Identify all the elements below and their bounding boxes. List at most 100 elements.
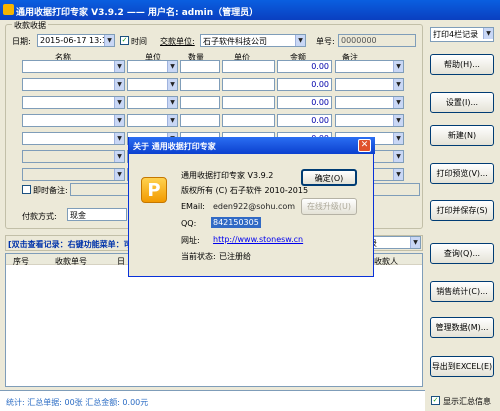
row-quantity-input[interactable]	[180, 114, 220, 127]
chevron-down-icon[interactable]: ▼	[167, 61, 177, 72]
about-dialog-title: 关于 通用收据打印专家	[133, 142, 216, 151]
chevron-down-icon[interactable]: ▼	[393, 97, 403, 108]
list-col-payee[interactable]: 收款人	[374, 256, 398, 267]
row-name-input[interactable]: ▼	[22, 168, 125, 181]
close-icon[interactable]: ✕	[358, 139, 371, 152]
row-remark-input[interactable]: ▼	[335, 114, 404, 127]
receipt-group-label: 收款收据	[12, 20, 48, 31]
row-quantity-input[interactable]	[180, 60, 220, 73]
about-dialog: 关于 通用收据打印专家 ✕ P 通用收据打印专家 V3.9.2 版权所有 (C)…	[128, 137, 375, 277]
row-amount-value: 0.00	[311, 80, 329, 89]
chevron-down-icon[interactable]: ▼	[114, 97, 124, 108]
query-button[interactable]: 查询(Q)...	[430, 243, 494, 264]
manage-data-button[interactable]: 管理数据(M)...	[430, 317, 494, 338]
chevron-down-icon[interactable]: ▼	[167, 79, 177, 90]
row-quantity-input[interactable]	[180, 78, 220, 91]
row-remark-input[interactable]: ▼	[335, 60, 404, 73]
about-email[interactable]: eden922@sohu.com	[213, 202, 295, 211]
about-qq-label: QQ:	[181, 219, 197, 228]
row-name-input[interactable]: ▼	[22, 60, 125, 73]
row-amount-value: 0.00	[311, 98, 329, 107]
chevron-down-icon[interactable]: ▼	[393, 169, 403, 180]
chevron-down-icon[interactable]: ▼	[295, 35, 305, 46]
row-remark-input[interactable]: ▼	[335, 96, 404, 109]
row-price-input[interactable]	[222, 60, 275, 73]
chevron-down-icon[interactable]: ▼	[410, 237, 420, 248]
date-input[interactable]: 2015-06-17 13:17 ▼	[37, 34, 115, 47]
payer-select[interactable]: 石子软件科技公司 ▼	[200, 34, 306, 47]
list-col-receipt-number[interactable]: 收款单号	[55, 256, 87, 267]
row-amount-input[interactable]: 0.00	[277, 114, 332, 127]
about-url-label: 网址:	[181, 236, 200, 245]
row-unit-input[interactable]: ▼	[127, 60, 178, 73]
chevron-down-icon[interactable]: ▼	[114, 115, 124, 126]
row-quantity-input[interactable]	[180, 96, 220, 109]
new-button[interactable]: 新建(N)	[430, 125, 494, 146]
online-upgrade-button[interactable]: 在线升级(U)	[301, 198, 357, 215]
chevron-down-icon[interactable]: ▼	[167, 97, 177, 108]
date-value: 2015-06-17 13:17	[40, 36, 113, 45]
about-url-link[interactable]: http://www.stonesw.cn	[213, 235, 303, 244]
chevron-down-icon[interactable]: ▼	[114, 169, 124, 180]
row-remark-input[interactable]: ▼	[335, 78, 404, 91]
date-label: 日期:	[12, 37, 31, 46]
chevron-down-icon[interactable]: ▼	[104, 35, 114, 46]
time-label: 时间	[131, 37, 147, 46]
about-qq[interactable]: 842150305	[211, 217, 261, 228]
window-title: 通用收据打印专家 V3.9.2 —— 用户名: admin（管理员）	[16, 8, 259, 18]
row-amount-input[interactable]: 0.00	[277, 78, 332, 91]
chevron-down-icon[interactable]: ▼	[483, 28, 493, 39]
sales-stats-button[interactable]: 销售统计(C)...	[430, 281, 494, 302]
row-price-input[interactable]	[222, 114, 275, 127]
row-unit-input[interactable]: ▼	[127, 78, 178, 91]
list-col-date[interactable]: 日	[117, 256, 125, 267]
show-summary-label: 显示汇总信息	[443, 397, 491, 406]
row-price-input[interactable]	[222, 78, 275, 91]
row-name-input[interactable]: ▼	[22, 132, 125, 145]
row-name-input[interactable]: ▼	[22, 150, 125, 163]
instant-remark-label: 即时备注:	[33, 186, 68, 195]
chevron-down-icon[interactable]: ▼	[393, 133, 403, 144]
row-name-input[interactable]: ▼	[22, 114, 125, 127]
row-name-input[interactable]: ▼	[22, 78, 125, 91]
print-mode-select[interactable]: 打印4栏记录 ▼	[430, 27, 494, 42]
ok-button[interactable]: 确定(O)	[301, 169, 357, 186]
payment-value: 现金	[70, 211, 86, 220]
number-label: 单号:	[316, 37, 335, 46]
chevron-down-icon[interactable]: ▼	[167, 115, 177, 126]
time-checkbox[interactable]: ✓	[120, 36, 129, 45]
row-amount-input[interactable]: 0.00	[277, 60, 332, 73]
chevron-down-icon[interactable]: ▼	[114, 151, 124, 162]
show-summary-checkbox[interactable]: ✓	[431, 396, 440, 405]
about-product: 通用收据打印专家 V3.9.2	[181, 171, 274, 180]
print-mode-value: 打印4栏记录	[433, 30, 479, 39]
row-unit-input[interactable]: ▼	[127, 96, 178, 109]
query-mode-select[interactable]: 录▼	[366, 236, 421, 249]
chevron-down-icon[interactable]: ▼	[114, 79, 124, 90]
row-name-input[interactable]: ▼	[22, 96, 125, 109]
help-button[interactable]: 帮助(H)...	[430, 54, 494, 75]
settings-button[interactable]: 设置(I)...	[430, 92, 494, 113]
chevron-down-icon[interactable]: ▼	[393, 61, 403, 72]
payer-label[interactable]: 交款单位:	[160, 36, 195, 47]
payment-label: 付款方式:	[22, 212, 57, 221]
list-col-index[interactable]: 序号	[13, 256, 29, 267]
chevron-down-icon[interactable]: ▼	[114, 61, 124, 72]
query-hint: [双击查看记录：右键功能菜单：可	[8, 240, 132, 249]
payment-select[interactable]: 现金	[67, 208, 127, 221]
row-amount-value: 0.00	[311, 116, 329, 125]
row-amount-input[interactable]: 0.00	[277, 96, 332, 109]
chevron-down-icon[interactable]: ▼	[114, 133, 124, 144]
print-preview-button[interactable]: 打印预览(V)...	[430, 163, 494, 184]
about-email-label: EMail:	[181, 202, 205, 211]
export-excel-button[interactable]: 导出到EXCEL(E)	[430, 356, 494, 377]
chevron-down-icon[interactable]: ▼	[393, 115, 403, 126]
app-logo-icon: P	[141, 177, 167, 203]
chevron-down-icon[interactable]: ▼	[393, 151, 403, 162]
chevron-down-icon[interactable]: ▼	[393, 79, 403, 90]
instant-remark-checkbox[interactable]	[22, 185, 31, 194]
print-save-button[interactable]: 打印并保存(S)	[430, 200, 494, 221]
row-unit-input[interactable]: ▼	[127, 114, 178, 127]
row-price-input[interactable]	[222, 96, 275, 109]
summary-text: 统计: 汇总单据: 00张 汇总金额: 0.00元	[6, 398, 149, 407]
